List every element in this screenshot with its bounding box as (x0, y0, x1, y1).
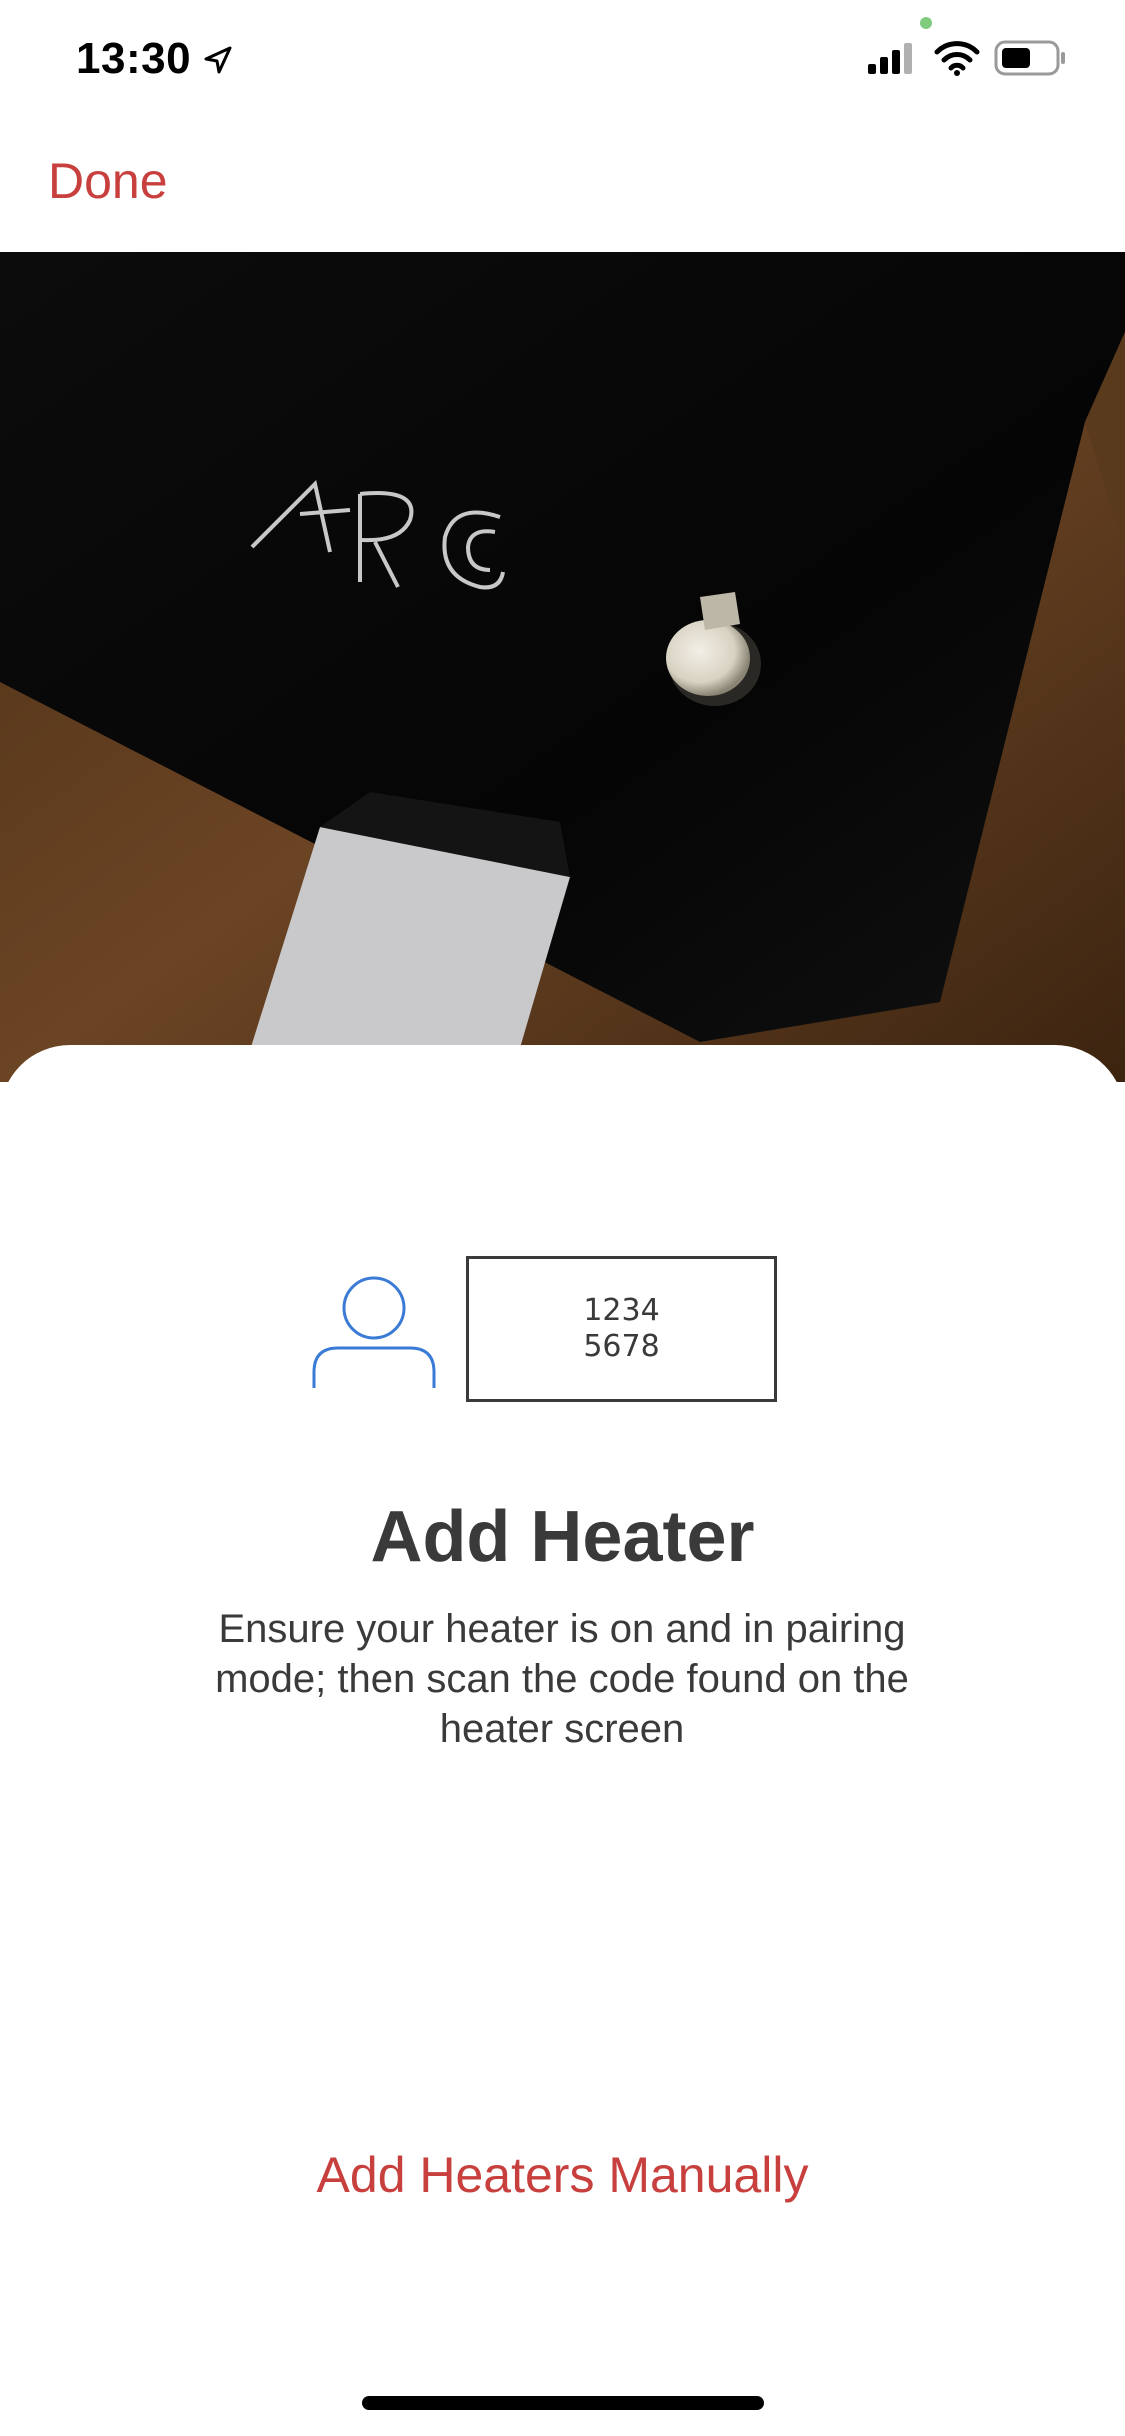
page-title: Add Heater (370, 1497, 755, 1577)
wifi-icon (934, 41, 980, 76)
code-line-1: 1234 (583, 1293, 660, 1328)
home-indicator[interactable] (362, 2396, 764, 2410)
add-heaters-manually-button[interactable]: Add Heaters Manually (0, 2146, 1125, 2204)
code-line-2: 5678 (583, 1329, 660, 1364)
camera-preview (0, 252, 1125, 1082)
done-button[interactable]: Done (48, 152, 168, 210)
status-bar: 13:30 (0, 0, 1125, 120)
location-arrow-icon (204, 46, 232, 74)
signal-icon (868, 43, 912, 74)
instruction-text: Ensure your heater is on and in pairing … (215, 1607, 909, 1751)
status-time: 13:30 (76, 34, 192, 83)
privacy-indicator-dot (920, 17, 932, 29)
pairing-code-illustration: 1234 5678 (466, 1256, 777, 1402)
navigation-bar (0, 120, 1125, 252)
battery-icon (994, 40, 1065, 76)
person-icon (312, 1276, 436, 1388)
